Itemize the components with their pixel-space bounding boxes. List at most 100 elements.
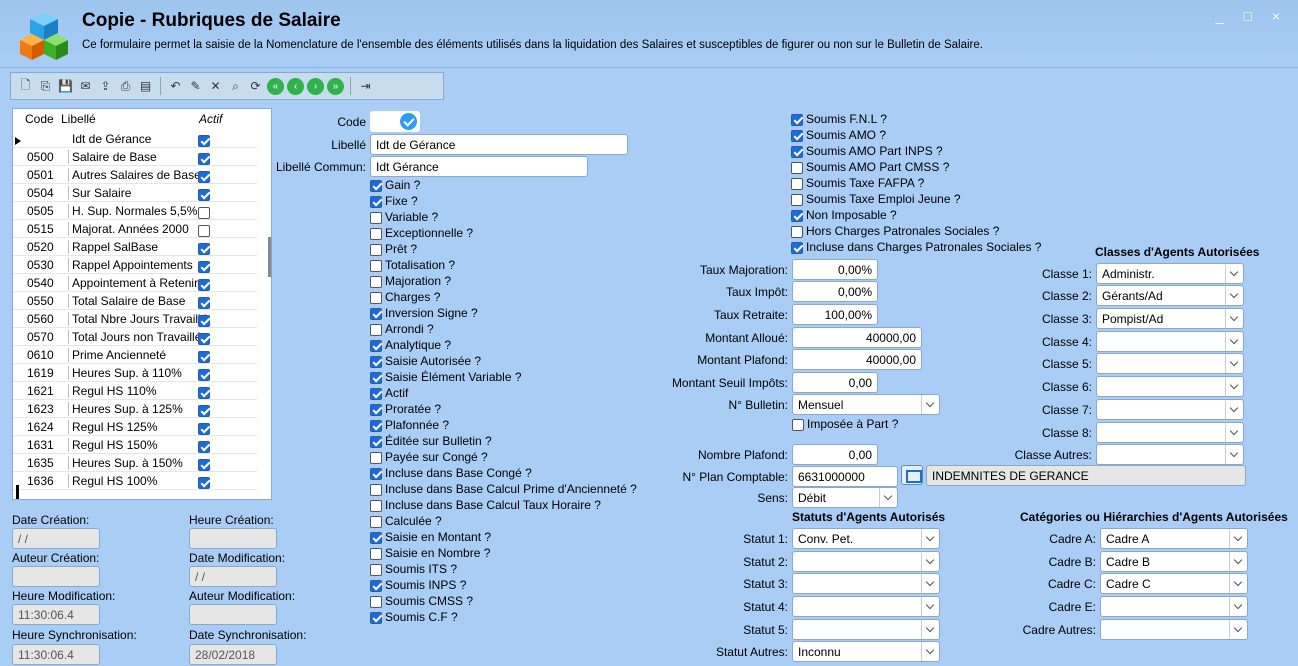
code-field[interactable] bbox=[370, 111, 420, 132]
checkbox-icon[interactable] bbox=[370, 563, 382, 576]
chevron-down-icon[interactable] bbox=[921, 574, 939, 593]
checkbox-icon[interactable] bbox=[198, 350, 210, 363]
checkbox-icon[interactable] bbox=[198, 152, 210, 165]
sens-select[interactable]: Débit bbox=[792, 487, 898, 508]
cadre-select[interactable]: Cadre C bbox=[1100, 573, 1248, 594]
classe-select[interactable] bbox=[1096, 376, 1244, 397]
table-row[interactable]: 0500 Salaire de Base bbox=[13, 148, 257, 166]
checkbox-icon[interactable] bbox=[370, 403, 382, 416]
option-checkbox[interactable]: Soumis F.N.L ? bbox=[791, 112, 887, 128]
row-actif-checkbox[interactable] bbox=[198, 439, 210, 453]
delete-icon[interactable]: ✕ bbox=[207, 78, 224, 95]
row-actif-checkbox[interactable] bbox=[198, 349, 210, 363]
checkbox-icon[interactable] bbox=[198, 476, 210, 489]
option-checkbox[interactable]: Soumis AMO Part CMSS ? bbox=[791, 160, 949, 176]
checkbox-icon[interactable] bbox=[370, 387, 382, 400]
chevron-down-icon[interactable] bbox=[921, 620, 939, 639]
copy-icon[interactable]: ⎘ bbox=[37, 78, 54, 95]
table-row[interactable]: 0501 Autres Salaires de Base bbox=[13, 166, 257, 184]
row-actif-checkbox[interactable] bbox=[198, 151, 210, 165]
cadre-select[interactable]: Cadre A bbox=[1100, 528, 1248, 549]
taux-retraite-input[interactable]: 100,00% bbox=[792, 304, 878, 325]
option-checkbox[interactable]: Soumis Taxe FAFPA ? bbox=[791, 176, 924, 192]
table-row[interactable]: 0540 Appointement à Retenir bbox=[13, 274, 257, 292]
bulletin-select[interactable]: Mensuel bbox=[792, 394, 940, 415]
checkbox-icon[interactable] bbox=[791, 241, 803, 254]
row-actif-checkbox[interactable] bbox=[198, 205, 210, 219]
row-actif-checkbox[interactable] bbox=[198, 475, 210, 489]
first-icon[interactable]: « bbox=[267, 77, 284, 95]
checkbox-icon[interactable] bbox=[198, 404, 210, 417]
cadre-select[interactable] bbox=[1100, 619, 1248, 640]
checkbox-icon[interactable] bbox=[370, 451, 382, 464]
checkbox-icon[interactable] bbox=[370, 227, 382, 240]
last-icon[interactable]: » bbox=[327, 77, 344, 95]
checkbox-icon[interactable] bbox=[198, 134, 210, 147]
checkbox-icon[interactable] bbox=[198, 206, 210, 219]
option-checkbox[interactable]: Saisie Élément Variable ? bbox=[370, 370, 522, 386]
undo-icon[interactable]: ↶ bbox=[167, 78, 184, 95]
chevron-down-icon[interactable] bbox=[921, 529, 939, 548]
checkbox-icon[interactable] bbox=[791, 209, 803, 222]
table-row[interactable]: 0610 Prime Ancienneté bbox=[13, 346, 257, 364]
list-horizontal-scrollbar[interactable] bbox=[16, 485, 19, 499]
checkbox-icon[interactable] bbox=[198, 332, 210, 345]
date-sync-field[interactable]: 28/02/2018 bbox=[189, 644, 277, 665]
chevron-down-icon[interactable] bbox=[1225, 286, 1243, 305]
checkbox-icon[interactable] bbox=[370, 275, 382, 288]
option-checkbox[interactable]: Actif bbox=[370, 386, 408, 402]
checkbox-icon[interactable] bbox=[370, 595, 382, 608]
option-checkbox[interactable]: Soumis CMSS ? bbox=[370, 594, 473, 610]
option-checkbox[interactable]: Payée sur Congé ? bbox=[370, 450, 488, 466]
row-actif-checkbox[interactable] bbox=[198, 313, 210, 327]
option-checkbox[interactable]: Incluse dans Charges Patronales Sociales… bbox=[791, 240, 1041, 256]
checkbox-icon[interactable] bbox=[370, 531, 382, 544]
checkbox-icon[interactable] bbox=[198, 188, 210, 201]
plan-comptable-input[interactable]: 6631000000 bbox=[792, 466, 898, 487]
next-icon[interactable]: › bbox=[307, 77, 324, 95]
row-actif-checkbox[interactable] bbox=[198, 367, 210, 381]
table-row[interactable]: 0520 Rappel SalBase bbox=[13, 238, 257, 256]
option-checkbox[interactable]: Exceptionnelle ? bbox=[370, 226, 473, 242]
row-actif-checkbox[interactable] bbox=[198, 169, 210, 183]
list-header-libelle[interactable]: Libellé bbox=[61, 112, 96, 128]
table-row[interactable]: Idt de Gérance bbox=[13, 130, 257, 148]
option-checkbox[interactable]: Saisie en Montant ? bbox=[370, 530, 491, 546]
row-actif-checkbox[interactable] bbox=[198, 331, 210, 345]
statut-select[interactable] bbox=[792, 551, 940, 572]
auteur-modification-field[interactable] bbox=[189, 604, 277, 625]
option-checkbox[interactable]: Soumis C.F ? bbox=[370, 610, 458, 626]
table-row[interactable]: 1621 Regul HS 110% bbox=[13, 382, 257, 400]
row-actif-checkbox[interactable] bbox=[198, 259, 210, 273]
auteur-creation-field[interactable] bbox=[12, 566, 100, 587]
checkbox-icon[interactable] bbox=[370, 435, 382, 448]
table-row[interactable]: 0550 Total Salaire de Base bbox=[13, 292, 257, 310]
checkbox-icon[interactable] bbox=[370, 611, 382, 624]
montant-alloue-input[interactable]: 40000,00 bbox=[792, 327, 922, 348]
table-row[interactable]: 1636 Regul HS 100% bbox=[13, 472, 257, 490]
checkbox-icon[interactable] bbox=[370, 339, 382, 352]
libelle-input[interactable]: Idt de Gérance bbox=[370, 134, 628, 155]
table-row[interactable]: 0515 Majorat. Années 2000 bbox=[13, 220, 257, 238]
checkbox-icon[interactable] bbox=[370, 499, 382, 512]
checkbox-icon[interactable] bbox=[791, 129, 803, 142]
checkbox-icon[interactable] bbox=[791, 145, 803, 158]
checkbox-icon[interactable] bbox=[791, 225, 803, 238]
classe-select[interactable] bbox=[1096, 331, 1244, 352]
date-creation-field[interactable]: / / bbox=[12, 528, 100, 549]
option-checkbox[interactable]: Proratée ? bbox=[370, 402, 441, 418]
classe-select[interactable]: Administr. bbox=[1096, 263, 1244, 284]
checkbox-icon[interactable] bbox=[198, 314, 210, 327]
checkbox-icon[interactable] bbox=[198, 242, 210, 255]
classe-select[interactable]: Pompist/Ad bbox=[1096, 308, 1244, 329]
cadre-select[interactable] bbox=[1100, 596, 1248, 617]
chevron-down-icon[interactable] bbox=[1229, 574, 1247, 593]
mail-icon[interactable]: ✉ bbox=[77, 78, 94, 95]
option-checkbox[interactable]: Saisie Autorisée ? bbox=[370, 354, 481, 370]
checkbox-icon[interactable] bbox=[791, 177, 803, 190]
cadre-select[interactable]: Cadre B bbox=[1100, 551, 1248, 572]
nombre-plafond-input[interactable]: 0,00 bbox=[792, 444, 878, 465]
option-checkbox[interactable]: Gain ? bbox=[370, 178, 420, 194]
date-modification-field[interactable]: / / bbox=[189, 566, 277, 587]
option-checkbox[interactable]: Soumis ITS ? bbox=[370, 562, 457, 578]
